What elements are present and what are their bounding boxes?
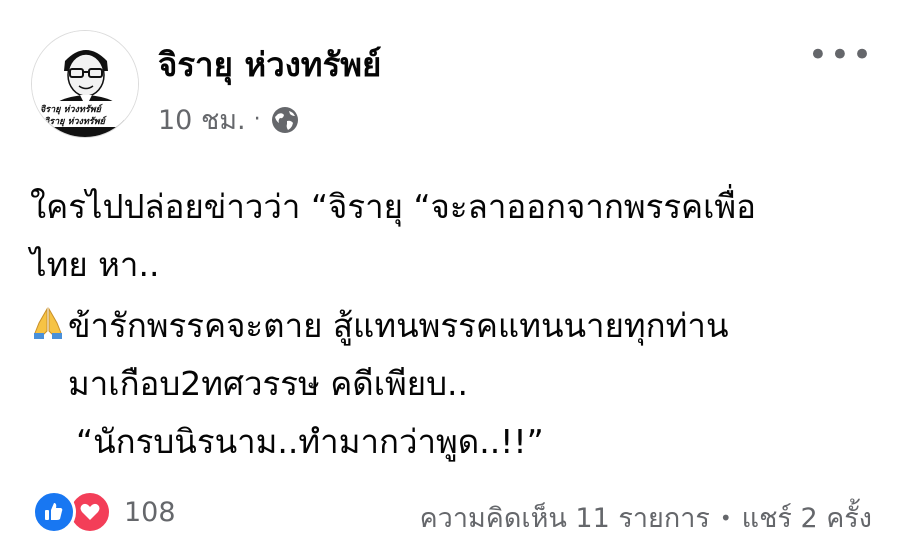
timestamp[interactable]: 10 ชม. xyxy=(158,98,246,141)
avatar-caption-bottom: จิรายุ ห่วงทรัพย์ xyxy=(44,115,108,127)
post-meta: 10 ชม. · xyxy=(158,98,301,141)
author-name[interactable]: จิรายุ ห่วงทรัพย์ xyxy=(158,38,381,91)
shares-count-link[interactable]: แชร์ 2 ครั้ง xyxy=(742,496,872,539)
content-line-4: มาเกือบ2ทศวรรษ คดีเพียบ.. xyxy=(68,364,469,403)
post-content: ใครไปปล่อยข่าวว่า “จิรายุ “จะลาออกจากพรร… xyxy=(30,178,880,471)
more-options-icon[interactable]: ••• xyxy=(808,38,874,72)
reaction-count: 108 xyxy=(124,496,176,528)
content-line-3: ข้ารักพรรคจะตาย สู้แทนพรรคแทนนายทุกท่าน xyxy=(30,297,880,355)
engagement-stats: ความคิดเห็น 11 รายการ • แชร์ 2 ครั้ง xyxy=(420,496,872,539)
reactions-summary[interactable]: 108 xyxy=(32,490,176,534)
content-line-3-text: ข้ารักพรรคจะตาย สู้แทนพรรคแทนนายทุกท่าน xyxy=(68,306,729,345)
folded-hands-icon xyxy=(30,301,66,339)
profile-photo: จิรายุ ห่วงทรัพย์ จิรายุ ห่วงทรัพย์ xyxy=(32,31,138,137)
globe-icon[interactable] xyxy=(269,104,301,136)
facebook-post: จิรายุ ห่วงทรัพย์ จิรายุ ห่วงทรัพย์ จิรา… xyxy=(0,0,904,552)
content-line-1: ใครไปปล่อยข่าวว่า “จิรายุ “จะลาออกจากพรร… xyxy=(30,187,756,226)
avatar-caption-top: จิรายุ ห่วงทรัพย์ xyxy=(40,103,104,115)
meta-separator: · xyxy=(253,107,261,132)
avatar[interactable]: จิรายุ ห่วงทรัพย์ จิรายุ ห่วงทรัพย์ xyxy=(31,30,139,138)
like-icon xyxy=(32,490,76,534)
stats-bullet: • xyxy=(719,505,732,530)
content-line-5: “นักรบนิรนาม..ทำมากว่าพูด..!!” xyxy=(76,422,544,461)
comments-count-link[interactable]: ความคิดเห็น 11 รายการ xyxy=(420,496,710,539)
content-line-2: ไทย หา.. xyxy=(30,245,160,284)
